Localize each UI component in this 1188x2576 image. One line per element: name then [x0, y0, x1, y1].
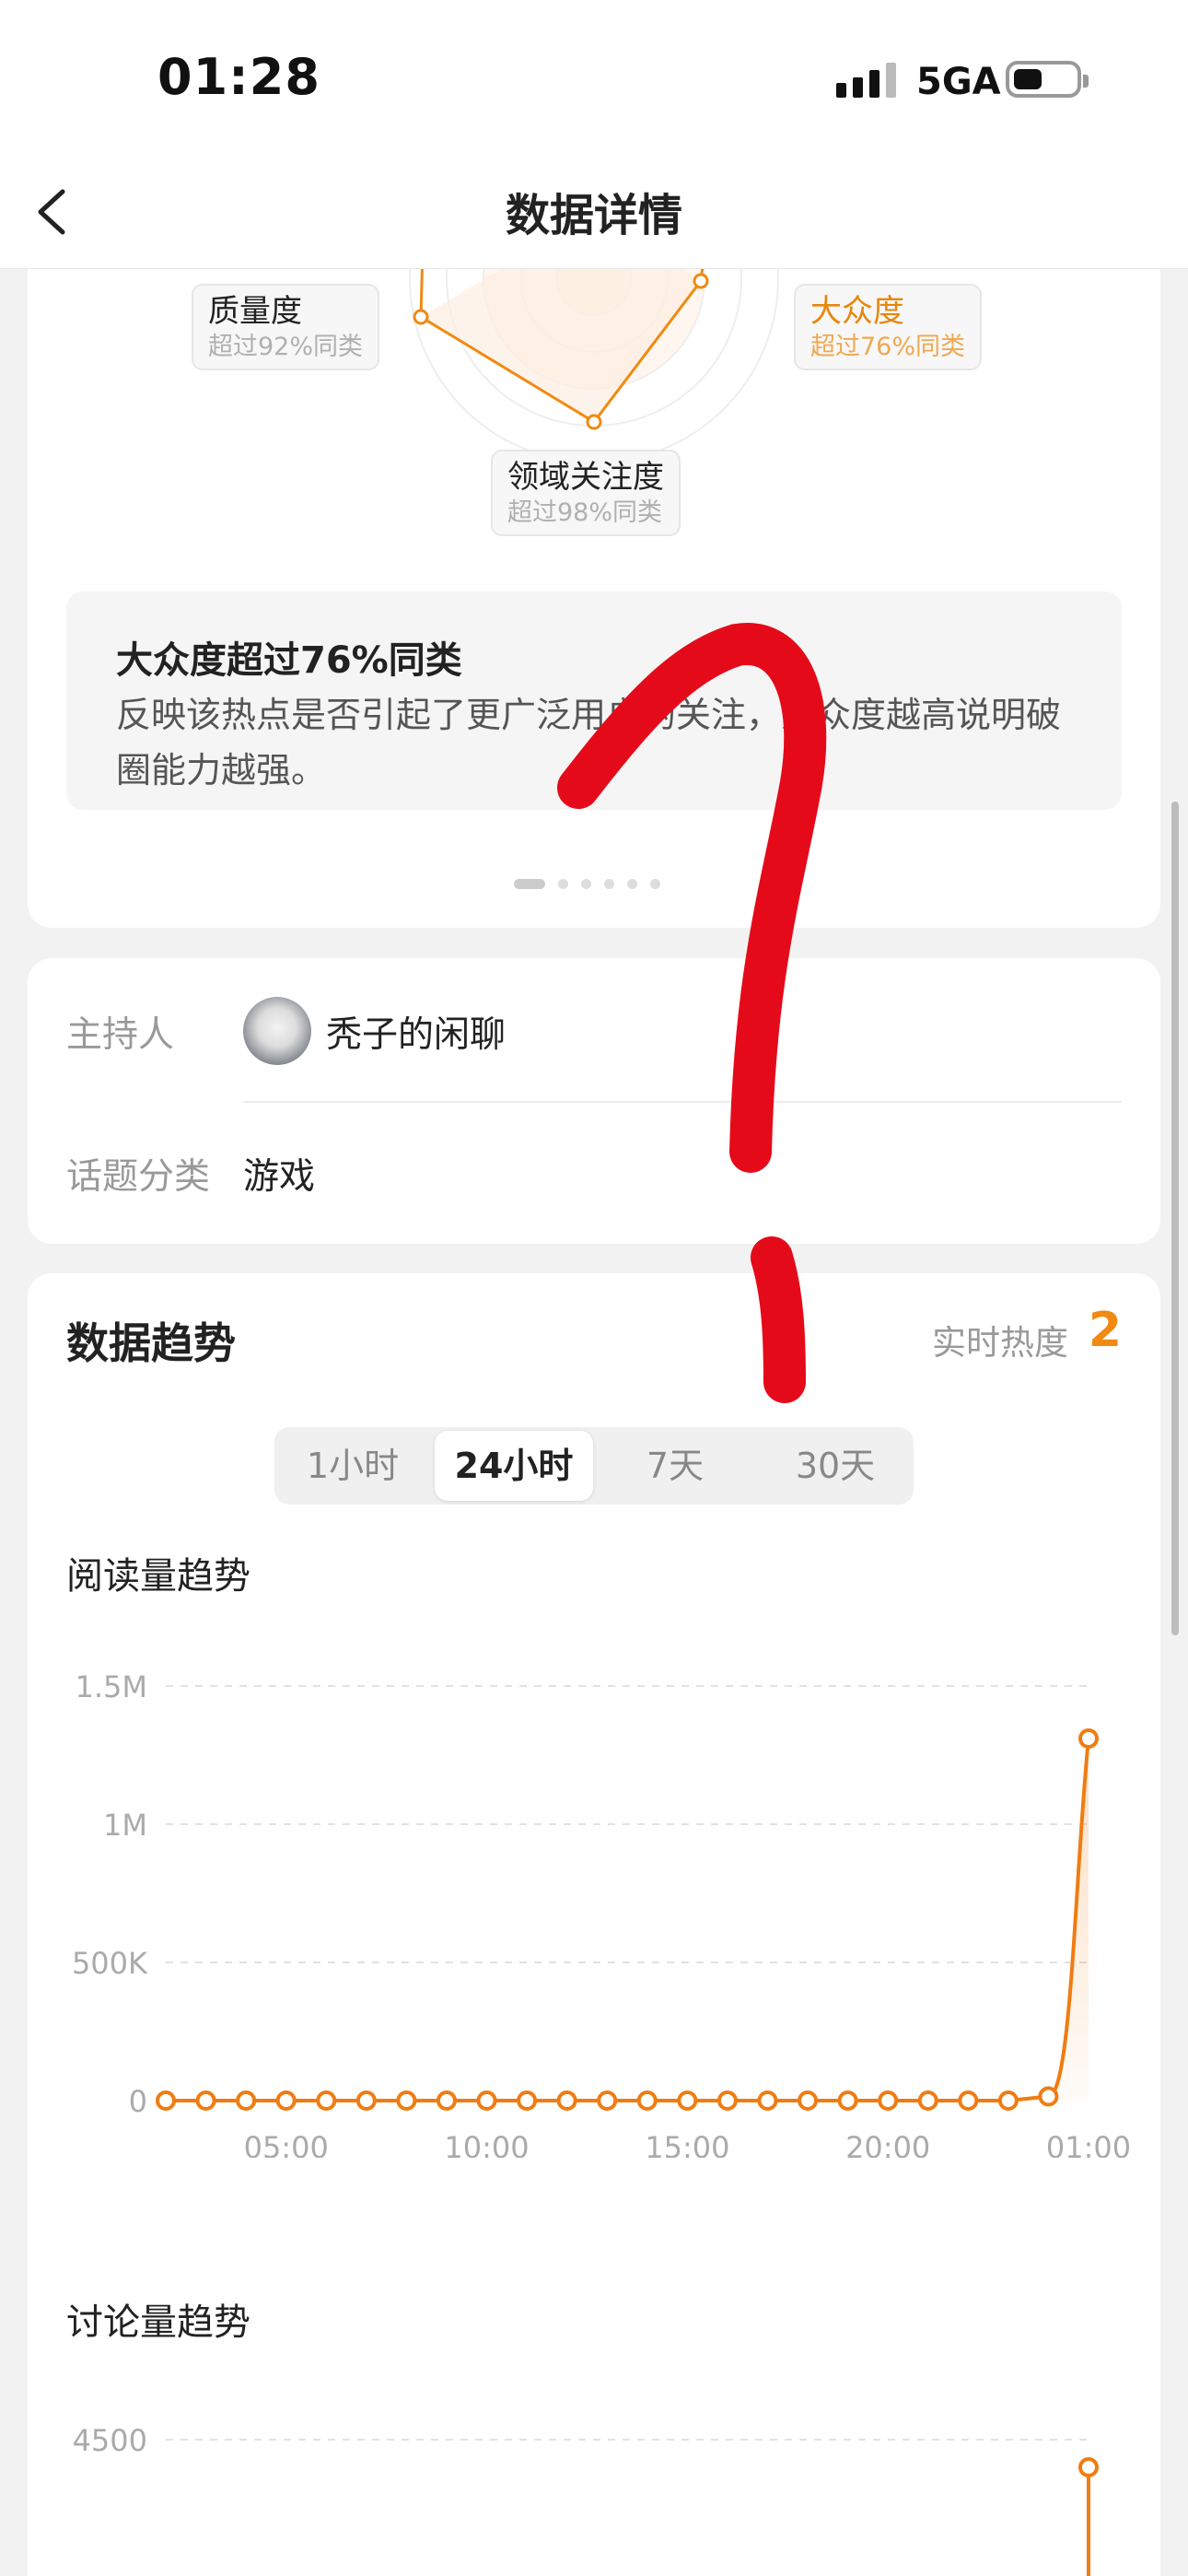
question-mark-annotation: [557, 623, 827, 1403]
